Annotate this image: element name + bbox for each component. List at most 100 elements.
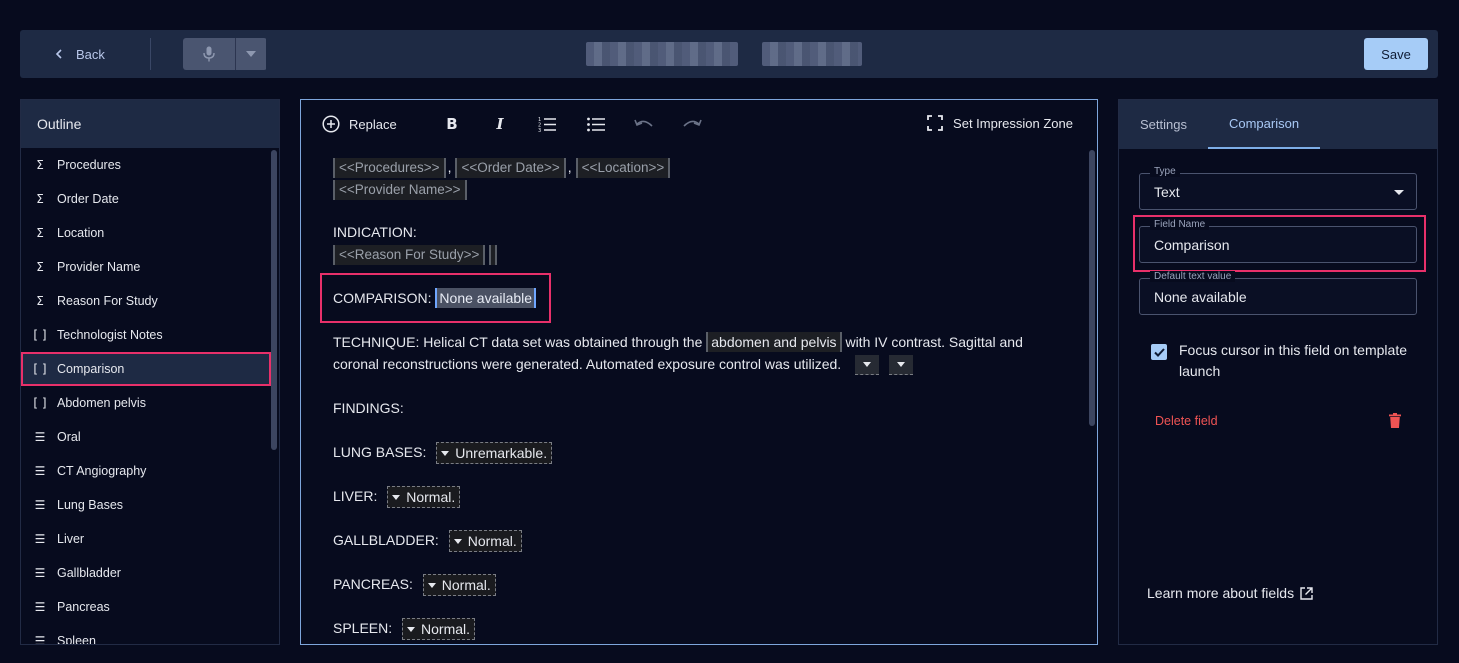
outline-item-label: Provider Name (57, 260, 141, 274)
technologist-notes-field[interactable] (489, 245, 498, 266)
technique-text: with IV contrast. Sagittal and (845, 334, 1023, 350)
outline-panel: Outline Σ Procedures Σ Order Date Σ Location Σ… (20, 99, 280, 645)
microphone-icon (203, 46, 215, 62)
set-impression-zone-button[interactable]: Set Impression Zone (927, 115, 1073, 131)
list-icon: ☰ (34, 600, 46, 614)
editor-scrollbar[interactable] (1089, 150, 1095, 426)
order-date-field[interactable]: <<Order Date>> (455, 158, 566, 178)
bullet-list-icon (587, 117, 605, 132)
delete-field-button[interactable]: Delete field (1155, 413, 1401, 428)
outline-item[interactable]: ☰ Pancreas (21, 590, 271, 624)
gallbladder-dropdown-field[interactable]: Normal. (448, 530, 522, 553)
provider-line: <<Provider Name>> (333, 178, 467, 200)
bold-icon: B (446, 115, 458, 133)
tab-comparison[interactable]: Comparison (1207, 100, 1321, 149)
properties-tabs: Settings Comparison (1119, 100, 1437, 149)
replace-button[interactable]: Replace (322, 115, 397, 133)
outline-item-label: Technologist Notes (57, 328, 163, 342)
list-icon: ☰ (34, 634, 46, 644)
type-select[interactable]: Type Text (1139, 166, 1417, 210)
spleen-dropdown-field[interactable]: Normal. (402, 618, 476, 641)
pancreas-dropdown-field[interactable]: Normal. (422, 574, 496, 597)
outline-item-label: Pancreas (57, 600, 110, 614)
numbered-list-button[interactable]: 123 (537, 114, 557, 134)
outline-item-label: Location (57, 226, 105, 240)
save-button[interactable]: Save (1364, 38, 1428, 70)
technique-line-1: TECHNIQUE: Helical CT data set was obtai… (333, 331, 1023, 353)
outline-item[interactable]: [ ] Abdomen pelvis (21, 386, 271, 420)
italic-icon: I (496, 115, 504, 133)
brackets-icon: [ ] (33, 396, 47, 410)
liver-dropdown-field[interactable]: Normal. (387, 486, 461, 509)
microphone-dropdown-button[interactable] (235, 38, 266, 70)
spleen-line: SPLEEN: Normal. (333, 617, 476, 641)
outline-item[interactable]: ☰ Lung Bases (21, 488, 271, 522)
redacted-title (762, 42, 862, 66)
trash-icon (1389, 413, 1401, 428)
lung-bases-value: Unremarkable. (455, 445, 548, 462)
learn-more-link[interactable]: Learn more about fields (1147, 585, 1313, 601)
outline-item[interactable]: ☰ Oral (21, 420, 271, 454)
check-icon (1153, 347, 1165, 357)
focus-frame-icon (927, 115, 943, 131)
italic-button[interactable]: I (490, 114, 510, 134)
tab-settings[interactable]: Settings (1119, 100, 1208, 149)
back-button[interactable]: Back (54, 44, 105, 64)
outline-item[interactable]: ☰ Liver (21, 522, 271, 556)
spleen-heading: SPLEEN: (333, 620, 393, 636)
set-impression-zone-label: Set Impression Zone (953, 115, 1073, 131)
redo-icon (683, 119, 702, 127)
outline-scrollbar[interactable] (271, 150, 277, 450)
default-text-value: None available (1154, 289, 1247, 305)
reason-for-study-field[interactable]: <<Reason For Study>> (333, 245, 486, 265)
lung-bases-dropdown-field[interactable]: Unremarkable. (436, 442, 553, 465)
learn-more-label: Learn more about fields (1147, 585, 1295, 601)
outline-item[interactable]: ☰ Spleen (21, 624, 271, 644)
outline-item[interactable]: [ ] Technologist Notes (21, 318, 271, 352)
liver-heading: LIVER: (333, 488, 378, 504)
editor-toolbar: Replace B I 123 Set Impression Zone (301, 100, 1097, 148)
template-editor[interactable]: Replace B I 123 Set Impression Zone <<Pr… (300, 99, 1098, 645)
provider-name-field[interactable]: <<Provider Name>> (333, 180, 467, 200)
outline-item[interactable]: Σ Order Date (21, 182, 271, 216)
separator: , (447, 159, 452, 175)
outline-item[interactable]: ☰ Gallbladder (21, 556, 271, 590)
outline-item[interactable]: Σ Provider Name (21, 250, 271, 284)
caret-down-icon (392, 494, 401, 500)
location-field[interactable]: <<Location>> (575, 158, 671, 178)
caret-down-icon (863, 362, 872, 368)
undo-button[interactable] (634, 114, 654, 134)
outline-item[interactable]: [ ] Comparison (21, 352, 271, 386)
caret-down-icon (407, 626, 416, 632)
outline-item[interactable]: Σ Reason For Study (21, 284, 271, 318)
outline-item-label: Lung Bases (57, 498, 124, 512)
back-label: Back (76, 46, 105, 62)
microphone-button[interactable] (183, 38, 235, 70)
outline-item[interactable]: Σ Procedures (21, 148, 271, 182)
abdomen-pelvis-field[interactable]: abdomen and pelvis (706, 332, 842, 352)
gallbladder-line: GALLBLADDER: Normal. (333, 529, 522, 553)
type-value: Text (1154, 184, 1180, 200)
brackets-icon: [ ] (33, 362, 47, 376)
replace-label: Replace (349, 116, 397, 132)
technique-text: TECHNIQUE: Helical CT data set was obtai… (333, 334, 703, 350)
list-icon: ☰ (34, 464, 46, 478)
redo-button[interactable] (682, 114, 702, 134)
ct-angiography-dropdown-field[interactable] (888, 355, 913, 376)
outline-item[interactable]: ☰ CT Angiography (21, 454, 271, 488)
external-link-icon (1300, 586, 1313, 600)
default-text-input[interactable]: Default text value None available (1139, 271, 1417, 315)
outline-item-label: Oral (57, 430, 81, 444)
procedures-field[interactable]: <<Procedures>> (333, 158, 446, 178)
brackets-icon: [ ] (33, 328, 47, 342)
oral-dropdown-field[interactable] (855, 355, 880, 376)
sigma-icon: Σ (36, 294, 44, 308)
focus-cursor-option: Focus cursor in this field on template l… (1151, 340, 1421, 382)
outline-item[interactable]: Σ Location (21, 216, 271, 250)
bold-button[interactable]: B (442, 114, 462, 134)
caret-down-icon (896, 362, 905, 368)
indication-line: <<Reason For Study>> (333, 243, 498, 266)
focus-cursor-checkbox[interactable] (1151, 344, 1167, 360)
field-name-highlight-box (1133, 215, 1426, 272)
bullet-list-button[interactable] (586, 114, 606, 134)
